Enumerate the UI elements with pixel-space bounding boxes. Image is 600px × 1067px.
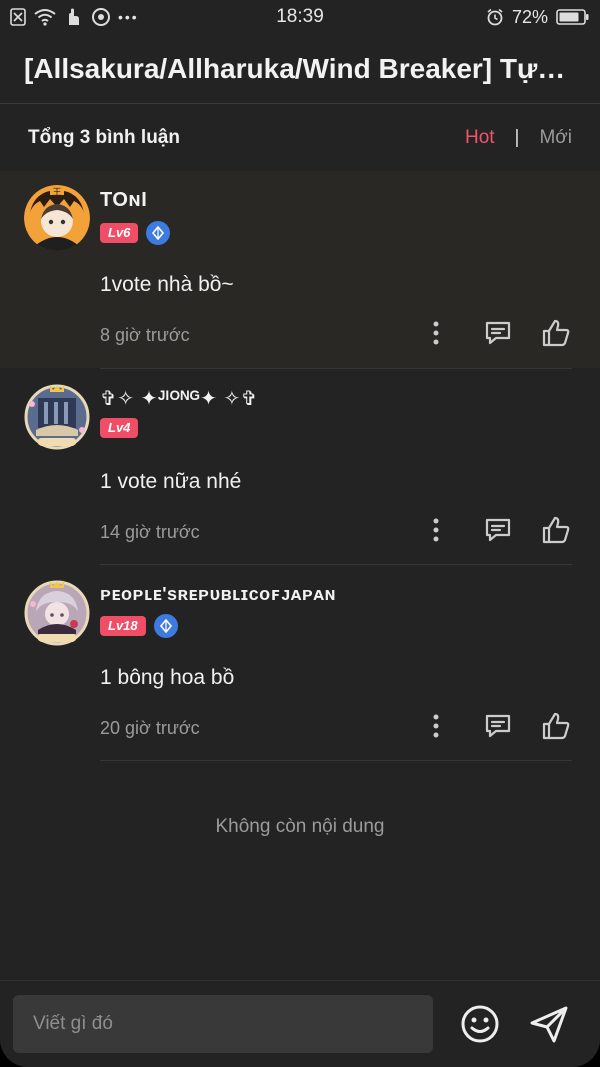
more-vertical-icon[interactable] — [420, 514, 452, 546]
hand-icon — [64, 7, 84, 27]
comment-username[interactable]: ᴘᴇᴏᴘʟᴇ'sʀᴇᴘᴜʙʟɪᴄᴏꜰᴊᴀᴘᴀɴ — [100, 584, 336, 605]
comment-item: ᴘᴇᴏᴘʟᴇ'sʀᴇᴘᴜʙʟɪᴄᴏꜰᴊᴀᴘᴀɴ Lv18 1 bông hoa … — [0, 564, 600, 761]
comment-username[interactable]: ✞✧ ✦ᴶᴵᴼᴺᴳ✦ ✧✞ — [100, 386, 258, 411]
alarm-icon — [486, 8, 504, 26]
tab-new[interactable]: Mới — [539, 127, 572, 149]
avatar[interactable] — [24, 384, 90, 450]
thumbs-up-icon[interactable] — [540, 317, 572, 349]
comment-input[interactable] — [13, 995, 433, 1053]
status-right: 72% — [486, 7, 590, 28]
level-badge: Lv6 — [100, 223, 139, 243]
sort-tabs: Hot | Mới — [465, 127, 572, 149]
user-badges: Lv18 — [100, 614, 178, 638]
divider — [100, 368, 572, 369]
comment-username[interactable]: TOɴI — [100, 189, 147, 212]
divider — [100, 564, 572, 565]
battery-percent: 72% — [511, 6, 548, 27]
level-badge: Lv4 — [100, 418, 139, 438]
comment-actions — [420, 317, 572, 349]
comment-time: 14 giờ trước — [100, 522, 200, 542]
tab-hot[interactable]: Hot — [465, 127, 495, 149]
level-badge: Lv18 — [100, 616, 146, 636]
emoji-icon[interactable] — [459, 1003, 501, 1045]
comment-text: 1vote nhà bồ~ — [100, 273, 234, 296]
verified-badge-icon — [146, 221, 171, 245]
comment-text: 1 vote nữa nhé — [100, 470, 242, 493]
more-status-dots: ••• — [118, 9, 139, 25]
page-title: [Allsakura/Allharuka/Wind Breaker] Tựa..… — [24, 52, 576, 84]
comment-icon[interactable] — [482, 514, 514, 546]
divider — [100, 760, 572, 761]
more-vertical-icon[interactable] — [420, 317, 452, 349]
end-of-list-text: Không còn nội dung — [215, 816, 385, 837]
verified-badge-icon — [153, 614, 178, 638]
more-vertical-icon[interactable] — [420, 710, 452, 742]
thumbs-up-icon[interactable] — [540, 710, 572, 742]
page-header: [Allsakura/Allharuka/Wind Breaker] Tựa..… — [0, 34, 600, 104]
comment-item: 王 TOɴI Lv6 1vote nhà bồ~ 8 giờ trước — [0, 171, 600, 368]
thumbs-up-icon[interactable] — [540, 514, 572, 546]
comment-text: 1 bông hoa bồ — [100, 666, 235, 689]
tab-separator: | — [514, 127, 520, 148]
battery-icon — [556, 8, 590, 26]
avatar[interactable]: 王 — [24, 185, 90, 251]
comment-summary-bar: Tổng 3 bình luận Hot | Mới — [0, 105, 600, 171]
wifi-icon — [34, 8, 56, 26]
send-icon[interactable] — [528, 1003, 570, 1045]
comment-time: 20 giờ trước — [100, 718, 200, 738]
comment-icon[interactable] — [482, 317, 514, 349]
comment-composer — [0, 980, 600, 1067]
chrome-icon — [92, 8, 110, 26]
comment-icon[interactable] — [482, 710, 514, 742]
comment-item: ✞✧ ✦ᴶᴵᴼᴺᴳ✦ ✧✞ Lv4 1 vote nữa nhé 14 giờ … — [0, 368, 600, 565]
comment-actions — [420, 514, 572, 546]
user-badges: Lv6 — [100, 221, 171, 245]
status-left: ••• — [10, 7, 139, 27]
avatar[interactable] — [24, 580, 90, 646]
user-badges: Lv4 — [100, 418, 139, 438]
comment-count: Tổng 3 bình luận — [28, 127, 180, 148]
comment-actions — [420, 710, 572, 742]
sim-off-icon — [10, 8, 26, 26]
comment-time: 8 giờ trước — [100, 325, 190, 345]
svg-text:王: 王 — [52, 187, 61, 198]
status-bar: ••• 18:39 72% — [0, 0, 600, 34]
app-screen: ••• 18:39 72% [Allsakura/Allharuka/Wind … — [0, 0, 600, 1067]
